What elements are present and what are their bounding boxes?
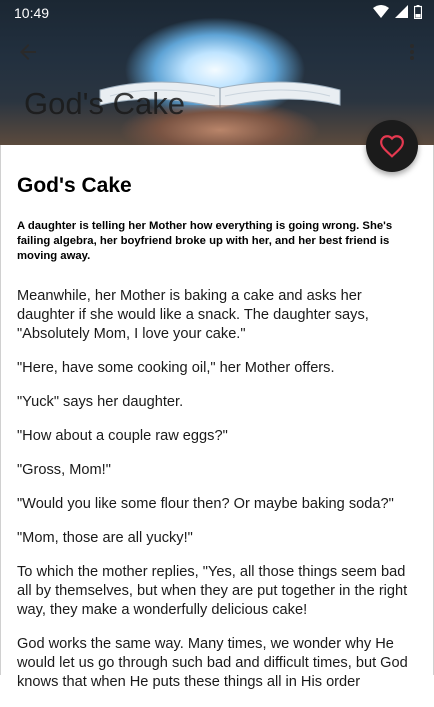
overflow-menu-button[interactable] [402, 40, 422, 64]
story-title: God's Cake [17, 174, 132, 197]
story-paragraph: "How about a couple raw eggs?" [17, 428, 228, 444]
story-content: God's Cake A daughter is telling her Mot… [0, 145, 434, 690]
toolbar-title: God's Cake [24, 86, 185, 121]
story-paragraph: "Gross, Mom!" [17, 462, 111, 478]
status-time: 10:49 [14, 5, 50, 21]
back-button[interactable] [16, 40, 40, 64]
status-bar: 10:49 [0, 0, 434, 26]
story-paragraph: God works the same way. Many times, we w… [17, 636, 408, 690]
story-paragraph: "Mom, those are all yucky!" [17, 530, 193, 546]
story-paragraph: "Here, have some cooking oil," her Mothe… [17, 360, 335, 376]
signal-icon [395, 5, 408, 18]
arrow-left-icon [20, 44, 36, 60]
story-summary: A daughter is telling her Mother how eve… [17, 220, 393, 262]
status-icons [373, 5, 422, 19]
wifi-icon [373, 5, 389, 18]
story-paragraph: "Yuck" says her daughter. [17, 394, 184, 410]
story-paragraph: "Would you like some flour then? Or mayb… [17, 496, 394, 512]
battery-icon [414, 5, 422, 19]
more-vert-icon [410, 44, 414, 60]
story-paragraph: Meanwhile, her Mother is baking a cake a… [17, 288, 369, 342]
story-body: Meanwhile, her Mother is baking a cake a… [17, 287, 419, 707]
story-paragraph: To which the mother replies, "Yes, all t… [17, 564, 408, 618]
